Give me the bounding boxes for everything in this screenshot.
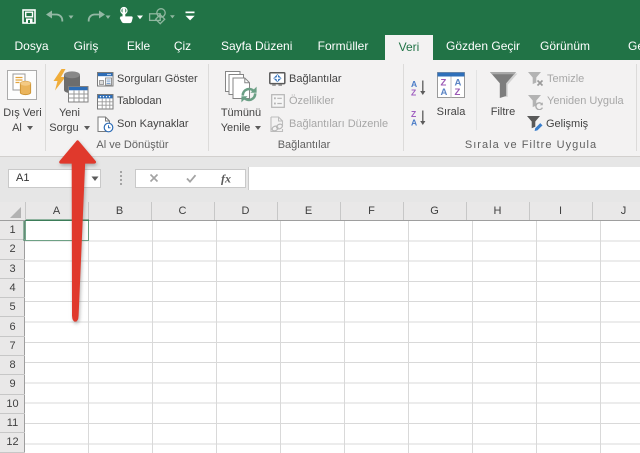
svg-text:A: A bbox=[411, 118, 417, 128]
svg-text:A: A bbox=[441, 87, 448, 98]
svg-text:Z: Z bbox=[455, 87, 461, 98]
svg-text:fx: fx bbox=[221, 172, 231, 186]
svg-text:Z: Z bbox=[411, 88, 416, 98]
